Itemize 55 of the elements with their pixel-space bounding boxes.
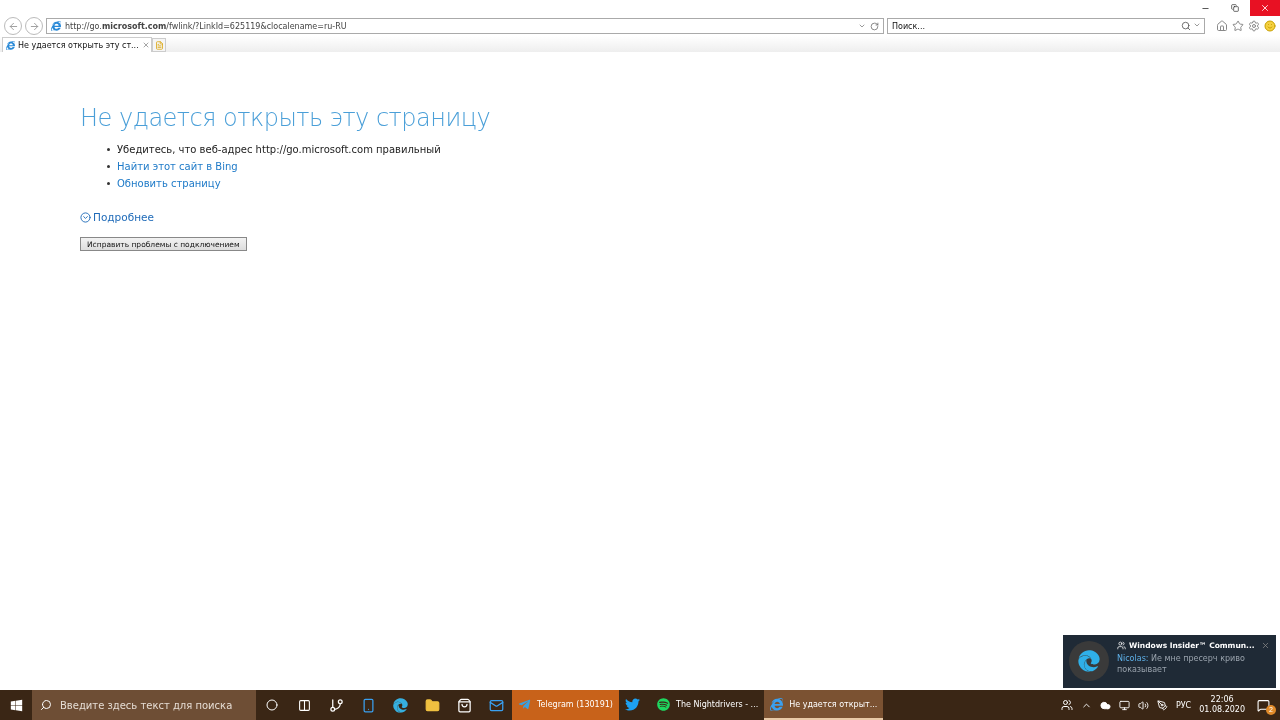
branch-icon	[328, 697, 344, 713]
notification-message: Nicolas: Ие мне пресерч криво показывает	[1117, 653, 1246, 676]
taskbar-app-button[interactable]: Telegram (130191)	[512, 690, 619, 720]
search-icon	[1181, 21, 1191, 31]
hint-text: Убедитесь, что веб-адрес http://go.microsoft.com правильный	[117, 144, 441, 155]
taskbar-app-button[interactable]: Не удается открыт...	[764, 690, 884, 720]
people-icon	[1060, 699, 1073, 711]
browser-icon	[392, 697, 408, 713]
browser-icon	[6, 40, 15, 50]
arrow-left-icon	[7, 20, 19, 32]
mail-icon	[488, 697, 504, 713]
taskbar-search-field[interactable]: Введите здесь текст для поиска	[32, 690, 256, 720]
shopping-bag-icon	[456, 697, 472, 713]
browser-tab[interactable]: Не удается открыть эту ст...	[2, 37, 152, 52]
link[interactable]: Обновить страницу	[117, 178, 221, 189]
message-icon	[1257, 698, 1270, 712]
folder-icon	[424, 697, 440, 713]
page-heading: Не удается открыть эту страницу	[80, 104, 492, 132]
people-icon	[1117, 641, 1126, 650]
smiley-icon	[1264, 20, 1276, 32]
dropdown-icon	[858, 22, 866, 30]
app-logo-icon	[1069, 641, 1109, 681]
address-bar[interactable]: http://go.microsoft.com/fwlink/?LinkId=625119&clocalename=ru-RU	[46, 18, 884, 34]
music-app-icon	[657, 697, 670, 711]
taskbar-app-button[interactable]: The Nightdrivers - ...	[651, 690, 765, 720]
details-toggle[interactable]: Подробнее	[80, 211, 154, 223]
settings-icon	[1248, 20, 1260, 32]
home-icon	[1216, 20, 1228, 32]
volume-icon	[1137, 699, 1149, 711]
clock-time[interactable]: 22:06	[1210, 694, 1234, 705]
browser-icon	[51, 21, 61, 31]
arrow-right-icon	[28, 20, 40, 32]
close-icon[interactable]	[1261, 641, 1270, 650]
phone-icon	[360, 697, 376, 713]
language-indicator[interactable]: РУС	[1175, 700, 1192, 710]
circle-icon	[266, 699, 278, 711]
star-icon	[1232, 20, 1244, 32]
windows-logo-icon	[9, 698, 23, 712]
paper-plane-icon	[518, 697, 531, 711]
pen-icon	[1156, 699, 1168, 711]
restore-icon	[1231, 4, 1239, 12]
search-field[interactable]: Поиск...	[887, 18, 1205, 34]
browser-icon	[770, 697, 784, 711]
task-view-icon	[297, 698, 311, 712]
search-icon	[40, 699, 52, 711]
refresh-icon	[870, 21, 879, 31]
close-icon	[1260, 3, 1270, 13]
cloud-icon	[1099, 699, 1111, 711]
close-icon	[141, 41, 150, 49]
clock-date[interactable]: 01.08.2020	[1199, 705, 1245, 716]
network-icon	[1118, 699, 1130, 711]
link[interactable]: Найти этот сайт в Bing	[117, 161, 238, 172]
close-button[interactable]	[1250, 0, 1280, 16]
chevron-down-icon	[80, 211, 91, 223]
bird-icon	[625, 696, 640, 712]
